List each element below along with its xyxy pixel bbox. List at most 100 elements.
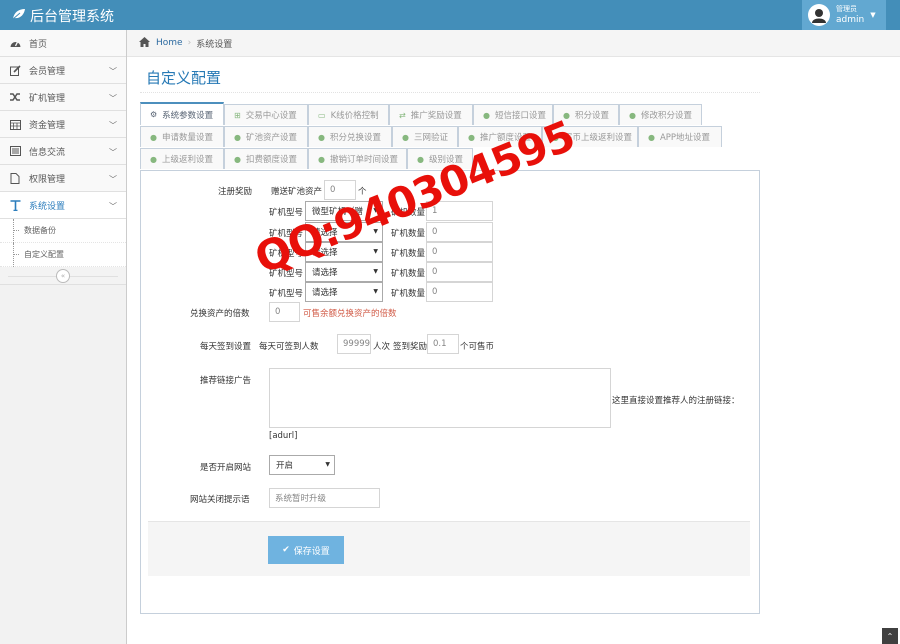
ad-label: 推荐链接广告: [200, 376, 252, 386]
caret-down-icon: ▼: [373, 248, 378, 255]
user-icon: ●: [150, 132, 157, 142]
scroll-top-button[interactable]: ⌃: [882, 628, 898, 644]
user-icon: ●: [483, 110, 490, 120]
sidebar-item-permissions[interactable]: 权限管理 ﹀: [0, 165, 126, 192]
user-icon: ●: [150, 154, 157, 164]
caret-down-icon: ▼: [373, 288, 378, 295]
plus-square-icon: ⊞: [234, 110, 241, 120]
close-msg-label: 网站关闭提示语: [190, 495, 250, 505]
tab-kline-price[interactable]: ▭ K线价格控制: [308, 104, 389, 125]
edit-icon: [9, 64, 21, 76]
user-icon: ●: [318, 132, 325, 142]
sidebar-subitem-custom-config[interactable]: 自定义配置: [0, 243, 126, 267]
sidebar-item-miners[interactable]: 矿机管理 ﹀: [0, 84, 126, 111]
miner-type-label: 矿机型号: [269, 289, 304, 299]
miner-count-input-2[interactable]: 0: [426, 222, 493, 242]
close-msg-input[interactable]: 系统暂时升级: [269, 488, 380, 508]
ad-textarea[interactable]: [269, 368, 611, 428]
user-menu[interactable]: 管理员 admin ▼: [802, 0, 886, 30]
leaf-icon: [12, 8, 26, 24]
avatar: [808, 4, 830, 26]
sidebar-item-home[interactable]: 首页: [0, 30, 126, 57]
calendar-icon: [9, 118, 21, 130]
exchange-hint: 可售余额兑换资产的倍数: [303, 309, 397, 319]
chevron-down-icon: ﹀: [109, 94, 117, 103]
user-icon: ●: [468, 132, 475, 142]
user-icon: ●: [234, 132, 241, 142]
miner-count-input-3[interactable]: 0: [426, 242, 493, 262]
user-icon: ●: [417, 154, 424, 164]
miner-type-label: 矿机型号: [269, 208, 304, 218]
site-open-select[interactable]: 开启 ▼: [269, 455, 335, 475]
app-title: 后台管理系统: [30, 9, 114, 25]
checkin-reward-input[interactable]: 0.1: [427, 334, 459, 354]
ad-url-tag: [adurl]: [269, 431, 298, 441]
sidebar-item-funds[interactable]: 资金管理 ﹀: [0, 111, 126, 138]
double-left-icon[interactable]: «: [56, 268, 70, 283]
checkin-label: 每天签到设置: [200, 342, 252, 352]
gift-prefix: 赠送矿池资产: [271, 187, 323, 197]
tab-promo-reward[interactable]: ⇄ 推广奖励设置: [389, 104, 473, 125]
tab-points-exchange[interactable]: ● 积分兑换设置: [308, 126, 392, 147]
site-open-label: 是否开启网站: [200, 463, 252, 473]
tab-three-net-verify[interactable]: ● 三网验证: [392, 126, 458, 147]
sidebar-item-messages[interactable]: 信息交流 ﹀: [0, 138, 126, 165]
exchange-multiple-input[interactable]: 0: [269, 302, 300, 322]
text-icon: [9, 199, 21, 211]
tab-apply-quantity[interactable]: ● 申请数量设置: [140, 126, 224, 147]
tab-system-params[interactable]: ⚙ 系统参数设置: [140, 102, 224, 125]
tab-fee-quota[interactable]: ● 扣费额度设置: [224, 148, 308, 169]
tab-upline-rebate[interactable]: ● 上级返利设置: [140, 148, 224, 169]
tab-trade-center[interactable]: ⊞ 交易中心设置: [224, 104, 308, 125]
double-up-icon: ⌃: [886, 631, 894, 641]
chevron-down-icon: ﹀: [109, 202, 117, 211]
miner-count-input-5[interactable]: 0: [426, 282, 493, 302]
user-role: 管理员: [836, 5, 857, 13]
miner-type-select-4[interactable]: 请选择 ▼: [305, 262, 383, 282]
sidebar-item-members[interactable]: 会员管理 ﹀: [0, 57, 126, 84]
dashboard-icon: [9, 37, 21, 49]
checkin-limit-input[interactable]: 99999: [337, 334, 371, 354]
home-icon: [139, 36, 150, 50]
miner-count-label: 矿机数量: [391, 289, 426, 299]
file-icon: [9, 172, 21, 184]
breadcrumb-home[interactable]: Home: [156, 38, 183, 48]
user-icon: ●: [629, 110, 636, 120]
check-icon: ✔: [282, 545, 290, 555]
sidebar-collapse[interactable]: «: [0, 267, 126, 285]
tab-app-url[interactable]: ● APP地址设置: [638, 126, 722, 147]
breadcrumb-current: 系统设置: [196, 39, 233, 50]
title-divider: [140, 92, 760, 93]
tab-pool-assets[interactable]: ● 矿池资产设置: [224, 126, 308, 147]
exchange-icon: ⇄: [399, 110, 406, 120]
user-icon: ●: [648, 132, 655, 142]
caret-down-icon: ▼: [325, 461, 330, 468]
list-icon: [9, 145, 21, 157]
miner-count-label: 矿机数量: [391, 249, 426, 259]
breadcrumb: Home › 系统设置: [127, 30, 900, 57]
top-navbar: 后台管理系统 管理员 admin ▼: [0, 0, 900, 30]
brand[interactable]: 后台管理系统: [12, 6, 114, 26]
user-icon: ●: [402, 132, 409, 142]
sidebar-item-settings[interactable]: 系统设置 ﹀: [0, 192, 126, 219]
tab-cancel-order-time[interactable]: ● 撤销订单时间设置: [308, 148, 407, 169]
tab-edit-points[interactable]: ● 修改积分设置: [619, 104, 702, 125]
exchange-multiple-label: 兑换资产的倍数: [190, 309, 250, 319]
chevron-down-icon: ﹀: [109, 175, 117, 184]
user-name: admin: [836, 15, 865, 25]
chevron-down-icon: ﹀: [109, 148, 117, 157]
miner-count-label: 矿机数量: [391, 269, 426, 279]
shuffle-icon: [9, 91, 21, 103]
ad-side-note: 这里直接设置推荐人的注册链接：: [612, 396, 740, 406]
caret-down-icon: ▼: [373, 268, 378, 275]
sidebar-subitem-backup[interactable]: 数据备份: [0, 219, 126, 243]
user-icon: ●: [234, 154, 241, 164]
checkin-unit: 人次: [373, 342, 391, 352]
chevron-down-icon: ﹀: [109, 121, 117, 130]
miner-count-input-4[interactable]: 0: [426, 262, 493, 282]
settings-submenu: 数据备份 自定义配置: [0, 219, 126, 267]
miner-type-select-5[interactable]: 请选择 ▼: [305, 282, 383, 302]
checkin-prefix: 每天可签到人数: [259, 342, 319, 352]
chevron-right-icon: ›: [187, 38, 192, 48]
save-button[interactable]: ✔ 保存设置: [268, 536, 344, 564]
